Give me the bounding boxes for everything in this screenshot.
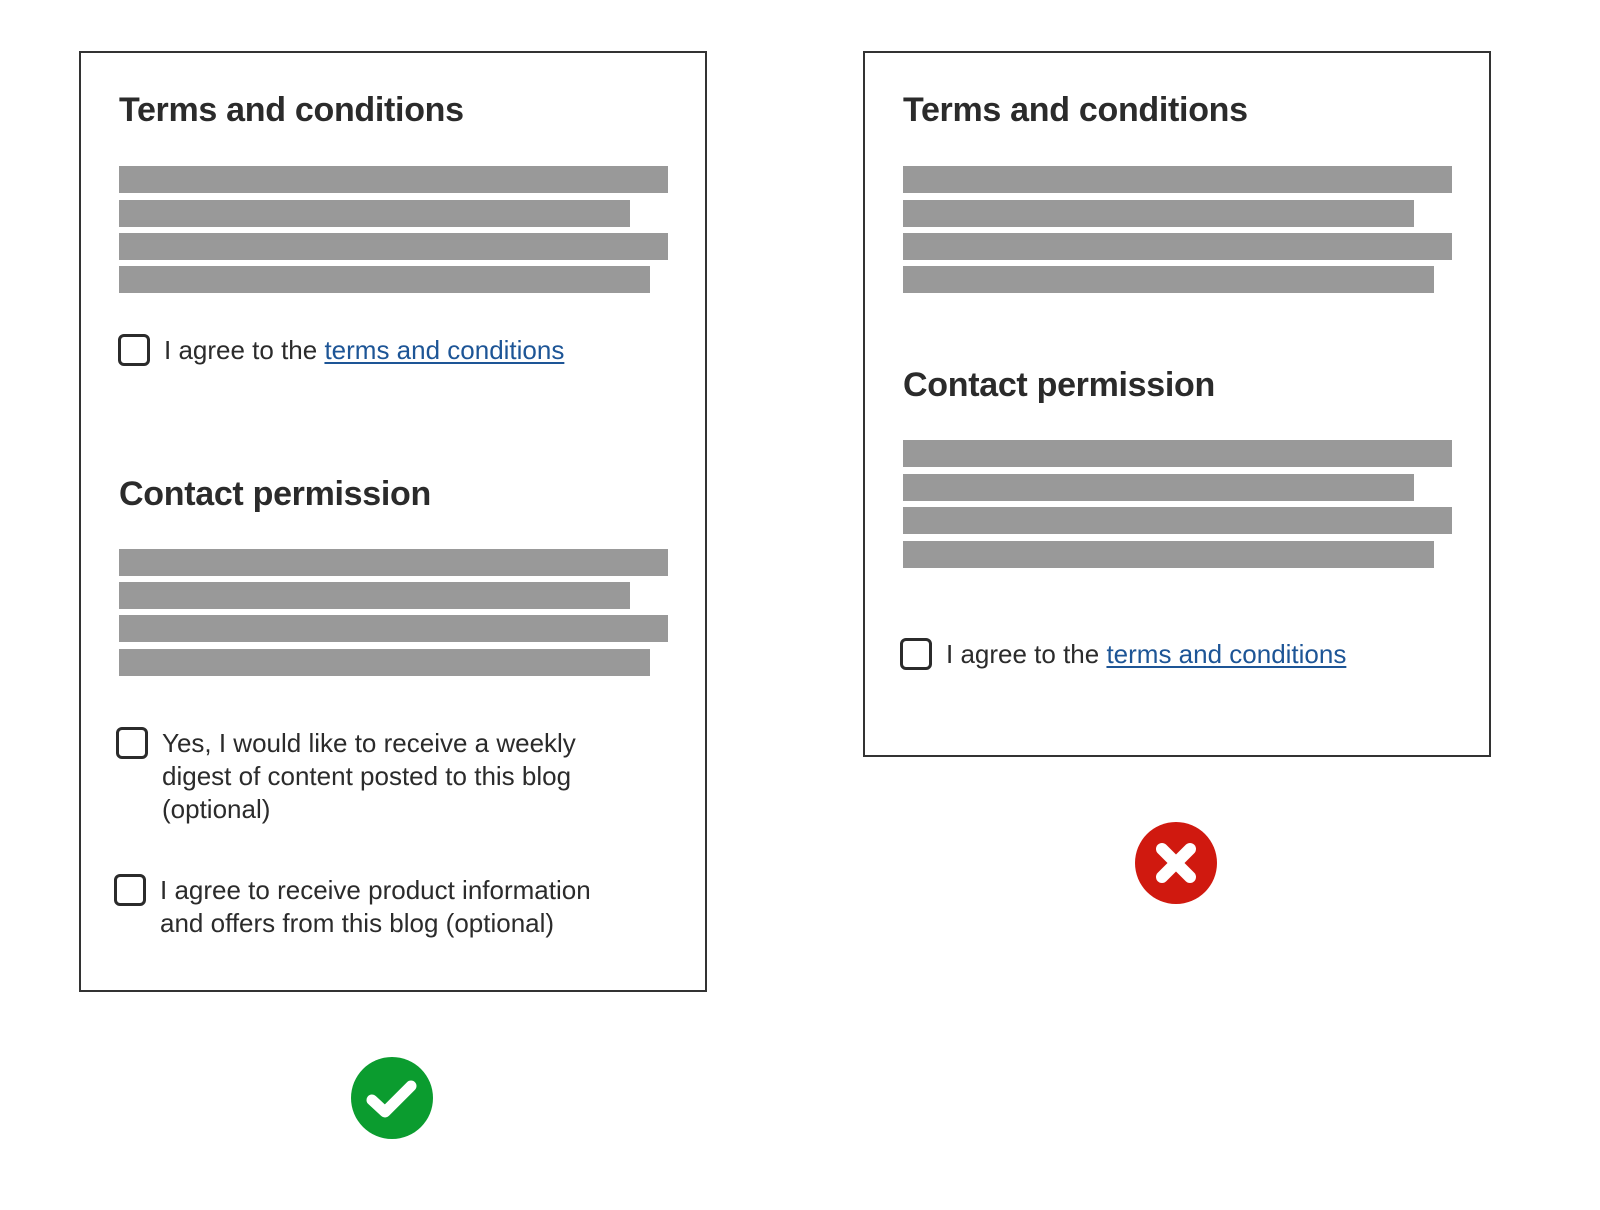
placeholder-text-line	[903, 166, 1452, 193]
placeholder-text-line	[903, 507, 1452, 534]
contact-permission-heading: Contact permission	[903, 366, 1215, 404]
terms-heading: Terms and conditions	[903, 91, 1248, 129]
placeholder-text-line	[903, 266, 1434, 293]
terms-heading: Terms and conditions	[119, 91, 464, 129]
placeholder-text-line	[119, 582, 630, 609]
placeholder-text-line	[119, 649, 650, 676]
terms-link[interactable]: terms and conditions	[324, 335, 564, 365]
checkmark-icon	[366, 1080, 417, 1118]
terms-checkbox[interactable]	[118, 334, 150, 366]
placeholder-text-line	[903, 474, 1414, 501]
terms-checkbox[interactable]	[900, 638, 932, 670]
product-info-checkbox-row[interactable]: I agree to receive product information a…	[114, 874, 591, 940]
incorrect-badge	[1135, 822, 1217, 904]
terms-link[interactable]: terms and conditions	[1106, 639, 1346, 669]
placeholder-text-line	[903, 200, 1414, 227]
placeholder-text-line	[119, 200, 630, 227]
weekly-digest-checkbox[interactable]	[116, 727, 148, 759]
terms-checkbox-label: I agree to the terms and conditions	[164, 335, 565, 365]
contact-permission-heading: Contact permission	[119, 475, 431, 513]
placeholder-text-line	[903, 233, 1452, 260]
incorrect-example-card: Terms and conditions Contact permission …	[863, 51, 1491, 757]
weekly-digest-checkbox-row[interactable]: Yes, I would like to receive a weekly di…	[116, 727, 576, 826]
correct-badge	[351, 1057, 433, 1139]
placeholder-text-line	[119, 549, 668, 576]
placeholder-text-line	[903, 541, 1434, 568]
placeholder-text-line	[119, 166, 668, 193]
product-info-label: I agree to receive product information a…	[160, 875, 591, 938]
terms-checkbox-label: I agree to the terms and conditions	[946, 639, 1347, 669]
terms-checkbox-row[interactable]: I agree to the terms and conditions	[118, 334, 564, 367]
terms-checkbox-row[interactable]: I agree to the terms and conditions	[900, 638, 1346, 671]
product-info-checkbox[interactable]	[114, 874, 146, 906]
placeholder-text-line	[119, 615, 668, 642]
cross-icon	[1156, 843, 1196, 883]
placeholder-text-line	[119, 233, 668, 260]
weekly-digest-label: Yes, I would like to receive a weekly di…	[162, 728, 576, 824]
placeholder-text-line	[119, 266, 650, 293]
correct-example-card: Terms and conditions I agree to the term…	[79, 51, 707, 992]
placeholder-text-line	[903, 440, 1452, 467]
